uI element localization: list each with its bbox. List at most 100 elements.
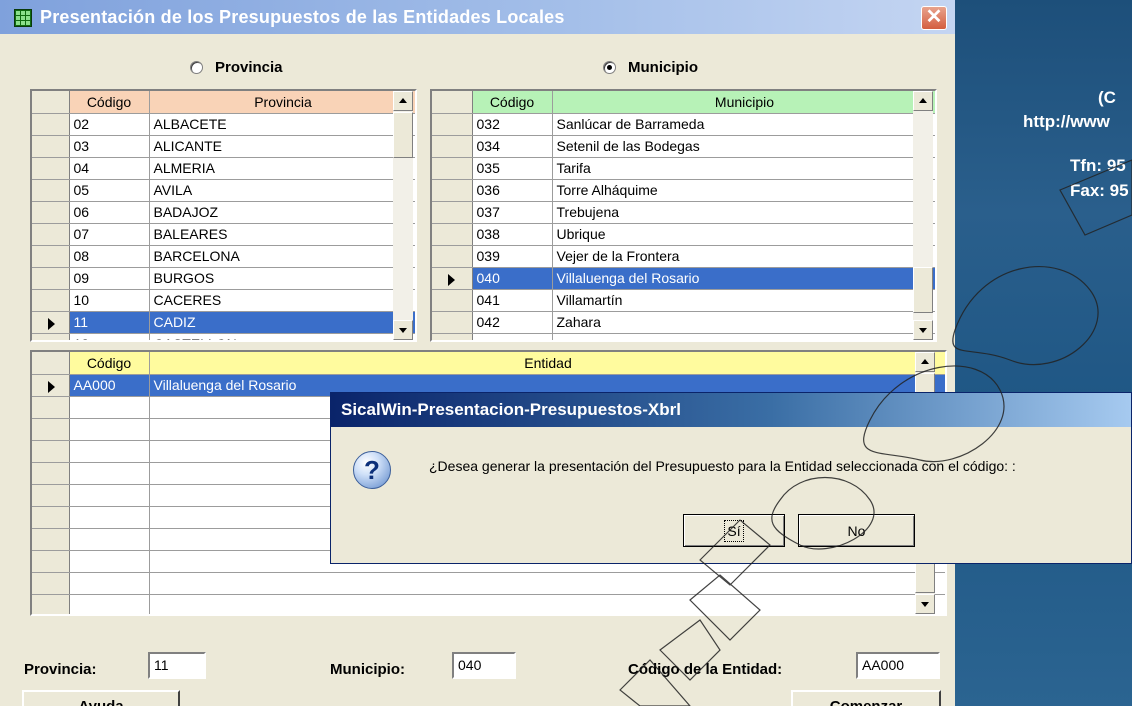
empty-cell[interactable] — [69, 528, 150, 551]
cell-nombre[interactable]: BALEARES — [149, 223, 415, 246]
cell-nombre[interactable]: ALMERIA — [149, 157, 415, 180]
cell-codigo[interactable]: 11 — [69, 311, 150, 334]
cell-codigo[interactable]: 06 — [69, 201, 150, 224]
cell-nombre[interactable]: Ubrique — [552, 223, 935, 246]
cell-codigo[interactable]: 040 — [472, 267, 553, 290]
table-row[interactable]: 040 Villaluenga del Rosario — [432, 267, 935, 290]
dialog-titlebar[interactable]: SicalWin-Presentacion-Presupuestos-Xbrl — [331, 393, 1131, 427]
radio-provincia[interactable]: Provincia — [190, 59, 283, 76]
cell-nombre[interactable]: ALBACETE — [149, 113, 415, 136]
radio-municipio[interactable]: Municipio — [603, 59, 698, 76]
empty-row[interactable] — [32, 594, 945, 614]
table-row[interactable]: 05 AVILA — [32, 179, 415, 202]
column-header-provincia[interactable]: Provincia — [149, 91, 415, 114]
table-row[interactable]: 037 Trebujena — [432, 201, 935, 224]
column-header-codigo[interactable]: Código — [472, 91, 553, 114]
scroll-up-button[interactable] — [913, 91, 933, 111]
municipios-scrollbar[interactable] — [913, 91, 933, 340]
row-indicator[interactable] — [432, 223, 473, 246]
row-indicator[interactable] — [432, 135, 473, 158]
row-indicator[interactable] — [32, 179, 70, 202]
empty-cell[interactable] — [69, 594, 150, 614]
cell-codigo[interactable]: 02 — [69, 113, 150, 136]
row-indicator[interactable] — [432, 113, 473, 136]
codigo-entidad-field[interactable]: AA000 — [856, 652, 940, 679]
empty-cell[interactable] — [32, 572, 70, 595]
row-indicator[interactable] — [432, 311, 473, 334]
table-row[interactable]: 041 Villamartín — [432, 289, 935, 312]
cell-codigo[interactable]: 041 — [472, 289, 553, 312]
empty-cell[interactable] — [432, 333, 473, 340]
cell-codigo[interactable]: AA000 — [69, 374, 150, 397]
scroll-up-button[interactable] — [915, 352, 935, 372]
cell-nombre[interactable]: BURGOS — [149, 267, 415, 290]
table-row[interactable]: 06 BADAJOZ — [32, 201, 415, 224]
row-indicator[interactable] — [432, 245, 473, 268]
cell-codigo[interactable]: 036 — [472, 179, 553, 202]
cell-nombre[interactable]: Vejer de la Frontera — [552, 245, 935, 268]
cell-nombre[interactable]: Torre Alháquime — [552, 179, 935, 202]
empty-cell[interactable] — [149, 594, 945, 614]
table-row[interactable]: 02 ALBACETE — [32, 113, 415, 136]
cell-nombre[interactable]: BADAJOZ — [149, 201, 415, 224]
scroll-thumb[interactable] — [913, 267, 933, 313]
table-row[interactable]: 07 BALEARES — [32, 223, 415, 246]
empty-cell[interactable] — [32, 418, 70, 441]
row-indicator[interactable] — [432, 267, 473, 290]
empty-cell[interactable] — [69, 506, 150, 529]
empty-cell[interactable] — [32, 396, 70, 419]
cell-codigo[interactable]: 037 — [472, 201, 553, 224]
cell-nombre[interactable]: Zahara — [552, 311, 935, 334]
empty-cell[interactable] — [69, 396, 150, 419]
no-button[interactable]: No — [798, 514, 915, 547]
cell-codigo[interactable]: 04 — [69, 157, 150, 180]
table-row[interactable]: 034 Setenil de las Bodegas — [432, 135, 935, 158]
column-header-codigo[interactable]: Código — [69, 352, 150, 375]
empty-cell[interactable] — [472, 333, 553, 340]
empty-cell[interactable] — [32, 550, 70, 573]
empty-cell[interactable] — [69, 418, 150, 441]
cell-nombre[interactable]: Sanlúcar de Barrameda — [552, 113, 935, 136]
cell-codigo[interactable]: 08 — [69, 245, 150, 268]
empty-cell[interactable] — [149, 572, 945, 595]
empty-cell[interactable] — [552, 333, 935, 340]
column-header-entidad[interactable]: Entidad — [149, 352, 945, 375]
cell-nombre[interactable]: Setenil de las Bodegas — [552, 135, 935, 158]
table-row[interactable]: 032 Sanlúcar de Barrameda — [432, 113, 935, 136]
table-row[interactable]: 04 ALMERIA — [32, 157, 415, 180]
empty-cell[interactable] — [32, 484, 70, 507]
cell-codigo[interactable]: 042 — [472, 311, 553, 334]
table-row[interactable]: 038 Ubrique — [432, 223, 935, 246]
cell-codigo[interactable]: 039 — [472, 245, 553, 268]
empty-cell[interactable] — [69, 572, 150, 595]
row-indicator[interactable] — [432, 157, 473, 180]
cell-codigo[interactable]: 12 — [69, 333, 150, 340]
table-row[interactable]: 039 Vejer de la Frontera — [432, 245, 935, 268]
row-indicator[interactable] — [432, 201, 473, 224]
row-indicator[interactable] — [432, 179, 473, 202]
column-header-codigo[interactable]: Código — [69, 91, 150, 114]
cell-codigo[interactable]: 03 — [69, 135, 150, 158]
table-row[interactable]: 10 CACERES — [32, 289, 415, 312]
row-indicator[interactable] — [32, 135, 70, 158]
empty-row[interactable] — [32, 572, 945, 595]
cell-codigo[interactable]: 038 — [472, 223, 553, 246]
cell-nombre[interactable]: BARCELONA — [149, 245, 415, 268]
row-indicator[interactable] — [32, 113, 70, 136]
cell-nombre[interactable]: Villaluenga del Rosario — [552, 267, 935, 290]
row-indicator[interactable] — [32, 157, 70, 180]
empty-cell[interactable] — [69, 462, 150, 485]
scroll-up-button[interactable] — [393, 91, 413, 111]
empty-cell[interactable] — [32, 594, 70, 614]
provincia-field[interactable]: 11 — [148, 652, 206, 679]
empty-cell[interactable] — [69, 484, 150, 507]
scroll-down-button[interactable] — [393, 320, 413, 340]
municipios-grid[interactable]: Código Municipio 032 Sanlúcar de Barramed… — [430, 89, 937, 342]
scroll-down-button[interactable] — [915, 594, 935, 614]
table-row[interactable]: 11 CADIZ — [32, 311, 415, 334]
empty-cell[interactable] — [32, 528, 70, 551]
empty-cell[interactable] — [69, 550, 150, 573]
empty-cell[interactable] — [69, 440, 150, 463]
cell-codigo[interactable]: 10 — [69, 289, 150, 312]
row-indicator[interactable] — [32, 289, 70, 312]
